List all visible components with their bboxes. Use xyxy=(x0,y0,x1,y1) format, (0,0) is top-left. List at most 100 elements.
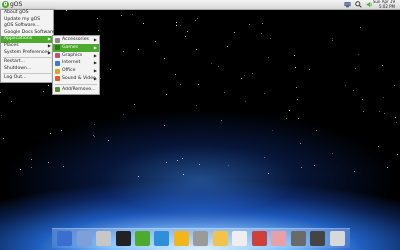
wallpaper-star xyxy=(61,130,62,131)
wallpaper-star xyxy=(134,104,135,105)
wallpaper-star xyxy=(3,138,4,139)
wallpaper-star xyxy=(382,65,383,66)
apps-item-games-label: Games xyxy=(62,44,79,50)
wallpaper-star xyxy=(249,24,250,25)
menu-item-applications[interactable]: Applications ▶ xyxy=(1,36,53,43)
wallpaper-star xyxy=(143,23,144,24)
wallpaper-star xyxy=(11,101,12,102)
wallpaper-star xyxy=(108,140,109,141)
terminal-icon[interactable] xyxy=(310,231,326,246)
top-panel: g gOS Sun Apr 19 5:02 PM xyxy=(0,0,400,10)
apps-item-add-remove-label: Add/Remove... xyxy=(62,86,96,92)
apps-item-office-label: Office xyxy=(62,68,76,74)
mail-icon[interactable] xyxy=(76,231,92,246)
favorites-star-icon[interactable] xyxy=(173,231,189,246)
wallpaper-star xyxy=(31,159,32,160)
apps-item-accessories-label: Accessories xyxy=(62,37,89,42)
wallpaper-star xyxy=(301,167,302,168)
media-player-icon[interactable] xyxy=(115,231,131,246)
wallpaper-star xyxy=(298,118,299,119)
wallpaper-star xyxy=(363,111,364,112)
wallpaper-star xyxy=(164,58,165,59)
apps-item-add-remove[interactable]: Add/Remove... xyxy=(53,86,99,94)
wallpaper-star xyxy=(166,94,167,95)
wallpaper-star xyxy=(93,135,94,136)
wallpaper-star xyxy=(177,160,178,161)
apps-item-accessories[interactable]: Accessories ▶ xyxy=(53,36,99,44)
search-icon[interactable] xyxy=(193,231,209,246)
wallpaper-star xyxy=(110,69,111,70)
wallpaper-star xyxy=(264,93,265,94)
wallpaper-star xyxy=(164,125,165,126)
submenu-arrow-icon: ▶ xyxy=(93,52,97,58)
wallpaper-star xyxy=(227,46,228,47)
gos-main-menu: About gOS Update my gOS gOS Software... … xyxy=(0,9,55,83)
wallpaper-star xyxy=(166,162,167,163)
news-icon[interactable] xyxy=(154,231,170,246)
chat-icon[interactable] xyxy=(135,231,151,246)
apps-item-office[interactable]: Office ▶ xyxy=(53,67,99,75)
wallpaper-star xyxy=(286,118,287,119)
menu-item-gos-software[interactable]: gOS Software... xyxy=(1,23,53,30)
wallpaper-star xyxy=(20,169,21,170)
wallpaper-star xyxy=(176,22,177,23)
games-icon xyxy=(55,45,60,51)
menu-item-places[interactable]: Places ▶ xyxy=(1,43,53,50)
wallpaper-star xyxy=(262,23,263,24)
wallpaper-star xyxy=(332,153,333,154)
wallpaper-star xyxy=(0,92,1,93)
wallpaper-star xyxy=(309,69,310,70)
gos-menu-button[interactable]: g gOS xyxy=(2,0,28,9)
wallpaper-star xyxy=(123,51,124,52)
clock[interactable]: Sun Apr 19 5:02 PM xyxy=(373,0,395,9)
wallpaper-star xyxy=(31,167,32,168)
apps-item-internet[interactable]: Internet ▶ xyxy=(53,59,99,67)
wallpaper-star xyxy=(270,38,271,39)
wallpaper-star xyxy=(187,31,188,32)
wallpaper-star xyxy=(384,113,385,114)
paint-icon[interactable] xyxy=(251,231,267,246)
apps-item-graphics[interactable]: Graphics ▶ xyxy=(53,52,99,60)
wallpaper-star xyxy=(94,136,95,137)
network-icon[interactable] xyxy=(344,1,351,8)
wallpaper-star xyxy=(94,124,95,125)
wallpaper-star xyxy=(176,25,177,26)
wallpaper-star xyxy=(195,20,196,21)
wallpaper-star xyxy=(175,74,176,75)
search-icon[interactable] xyxy=(355,1,362,8)
wallpaper-star xyxy=(244,75,245,76)
menu-item-about-gos[interactable]: About gOS xyxy=(1,10,53,17)
people-icon[interactable] xyxy=(212,231,228,246)
calendar-icon[interactable] xyxy=(271,231,287,246)
submenu-arrow-icon: ▶ xyxy=(47,42,51,48)
wallpaper-star xyxy=(63,166,64,167)
submenu-arrow-icon: ▶ xyxy=(47,49,51,55)
sound-video-icon xyxy=(55,76,60,82)
dock xyxy=(52,228,350,248)
menu-item-shutdown[interactable]: Shutdown... xyxy=(1,66,53,73)
menu-item-places-label: Places xyxy=(4,42,19,48)
apps-item-internet-label: Internet xyxy=(62,60,81,66)
wallpaper-star xyxy=(180,84,181,85)
submenu-arrow-icon: ▶ xyxy=(93,37,97,42)
graphics-icon xyxy=(55,53,60,59)
menu-item-log-out[interactable]: Log Out... xyxy=(1,75,53,82)
clock-icon[interactable] xyxy=(232,231,248,246)
settings-icon[interactable] xyxy=(290,231,306,246)
word-processor-icon[interactable] xyxy=(57,231,73,246)
apps-item-games[interactable]: Games ▶ xyxy=(53,43,99,52)
wallpaper-star xyxy=(1,115,2,116)
apps-item-sound-video[interactable]: Sound & Video ▶ xyxy=(53,75,99,83)
wallpaper-star xyxy=(332,40,333,41)
menu-item-restart[interactable]: Restart... xyxy=(1,59,53,66)
wallpaper-star xyxy=(48,162,49,163)
trash-icon[interactable] xyxy=(329,231,345,246)
wallpaper-star xyxy=(221,120,222,121)
files-icon[interactable] xyxy=(96,231,112,246)
wallpaper-star xyxy=(182,158,183,159)
menu-separator xyxy=(3,57,51,59)
wallpaper-star xyxy=(394,85,395,86)
menu-item-system-preferences[interactable]: System Preferences ▶ xyxy=(1,50,53,57)
wallpaper-star xyxy=(138,176,139,177)
wallpaper-star xyxy=(268,173,269,174)
